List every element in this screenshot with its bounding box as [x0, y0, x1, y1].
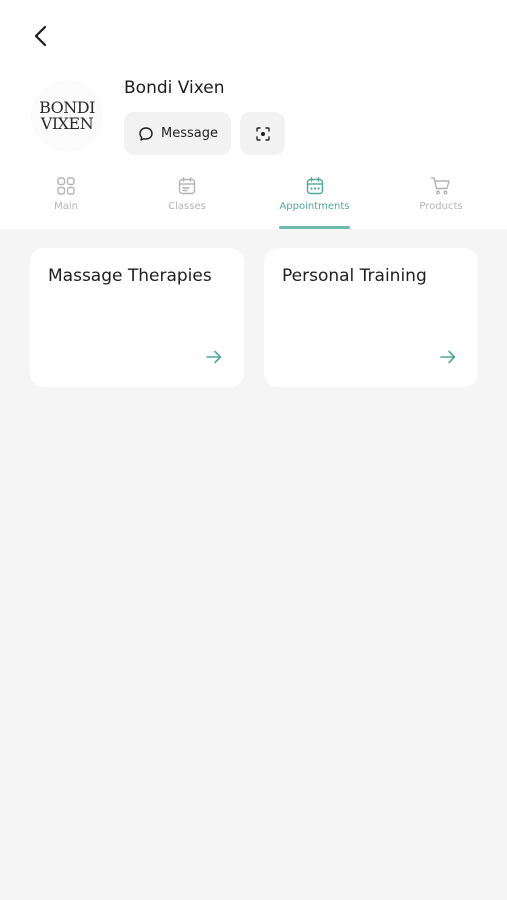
grid-icon — [57, 177, 75, 195]
service-card-personal-training[interactable]: Personal Training — [264, 248, 478, 387]
tab-main[interactable]: Main — [36, 176, 96, 229]
chat-bubble-icon — [139, 126, 153, 141]
logo-text-line2: VIXEN — [40, 114, 94, 133]
arrow-right-icon — [440, 350, 456, 364]
tab-classes[interactable]: Classes — [152, 176, 222, 229]
tab-products[interactable]: Products — [406, 176, 476, 229]
active-tab-indicator — [279, 226, 350, 229]
studio-logo: BONDI VIXEN — [31, 80, 103, 152]
service-card-massage-therapies[interactable]: Massage Therapies — [30, 248, 244, 387]
tab-bar: Main Classes Appointments Products — [0, 176, 507, 229]
message-button[interactable]: Message — [124, 112, 231, 155]
tab-main-label: Main — [54, 201, 78, 212]
back-button[interactable] — [26, 20, 58, 52]
calendar-icon — [178, 177, 196, 195]
tab-appointments[interactable]: Appointments — [272, 176, 357, 229]
calendar-icon — [306, 177, 323, 195]
tab-products-label: Products — [419, 201, 463, 212]
scan-button[interactable] — [240, 112, 285, 155]
studio-name: Bondi Vixen — [124, 78, 225, 98]
scan-icon — [255, 126, 270, 141]
card-title: Massage Therapies — [48, 266, 212, 286]
message-button-label: Message — [161, 126, 218, 141]
cart-icon — [430, 177, 450, 195]
card-title: Personal Training — [282, 266, 427, 286]
chevron-left-icon — [34, 25, 47, 47]
profile-header: BONDI VIXEN Bondi Vixen Message Main Cla… — [0, 0, 507, 229]
tab-appointments-label: Appointments — [279, 201, 350, 212]
arrow-right-icon — [206, 350, 222, 364]
tab-classes-label: Classes — [168, 201, 206, 212]
